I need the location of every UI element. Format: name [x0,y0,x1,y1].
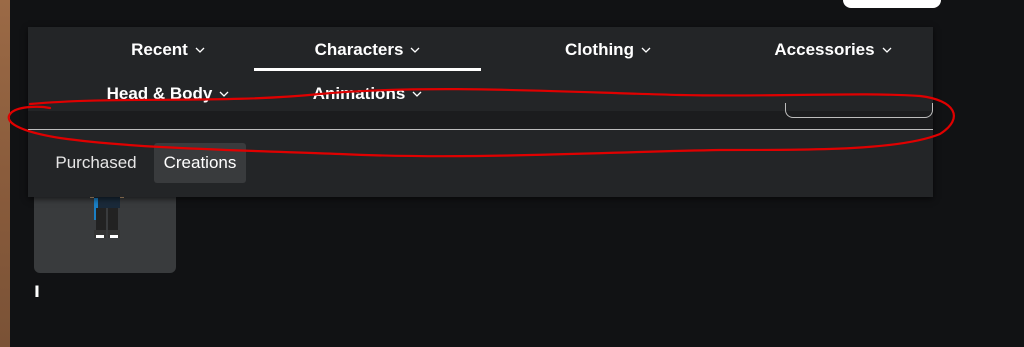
chevron-down-icon [641,47,651,53]
category-label: Head & Body [106,84,213,103]
chevron-down-icon [195,47,205,53]
chevron-down-icon [412,91,422,97]
category-animations[interactable]: Animations [254,79,481,109]
active-tab-indicator [254,68,481,71]
chevron-down-icon [410,47,420,53]
category-clothing[interactable]: Clothing [508,35,708,65]
subtab-creations[interactable]: Creations [154,143,246,183]
category-label: Accessories [774,40,875,59]
category-characters[interactable]: Characters [254,35,481,65]
chevron-down-icon [882,47,892,53]
background-character-strip [0,0,10,347]
category-label: Animations [312,84,406,103]
avatar-card-title: I [34,282,40,301]
category-label: Clothing [565,40,634,59]
subtab-purchased[interactable]: Purchased [46,143,146,183]
top-right-button[interactable] [843,0,941,8]
category-head-body[interactable]: Head & Body [68,79,268,109]
category-label: Characters [314,40,404,59]
category-dropdown: Recent Characters Clothing Accessories H… [28,27,933,197]
category-recent[interactable]: Recent [68,35,268,65]
category-accessories[interactable]: Accessories [733,35,933,65]
search-input[interactable] [785,103,933,118]
divider [28,129,933,130]
category-label: Recent [131,40,188,59]
chevron-down-icon [219,91,229,97]
